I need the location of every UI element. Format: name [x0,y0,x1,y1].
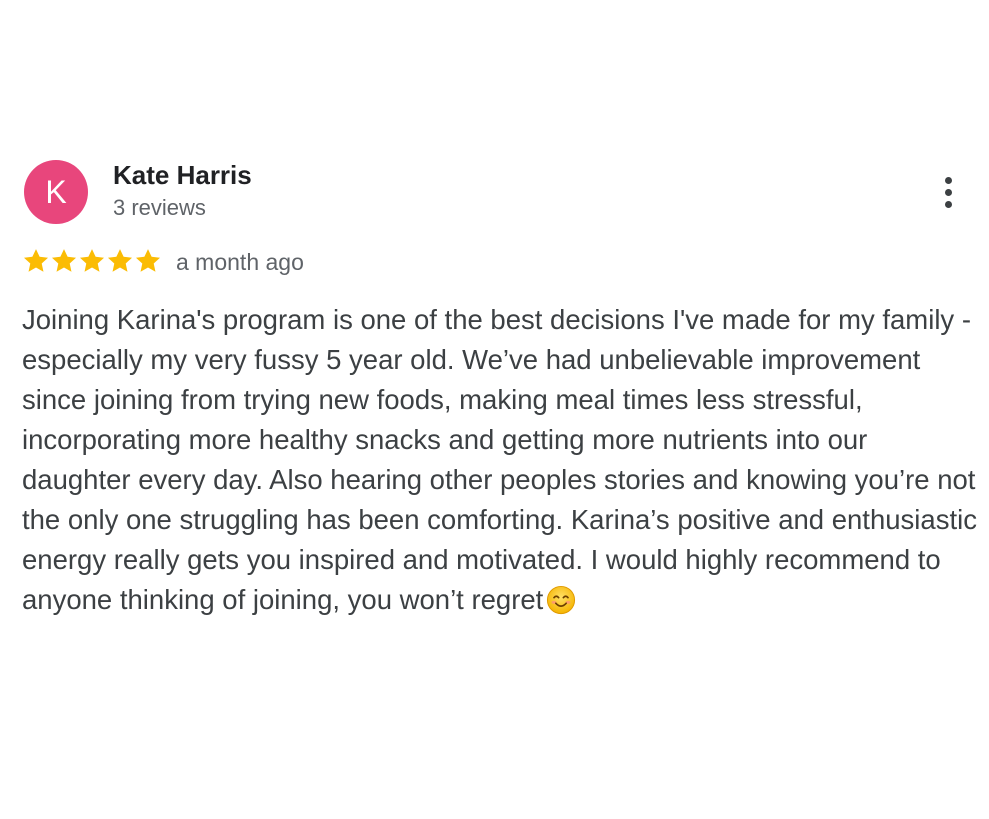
star-icon [135,249,161,272]
review-count[interactable]: 3 reviews [113,195,206,221]
star-icon [51,249,77,272]
review-body: Joining Karina's program is one of the b… [22,304,977,615]
review-card: K Kate Harris 3 reviews a month ago Join… [0,0,989,819]
more-vertical-icon [944,176,952,184]
more-options-button[interactable] [928,172,968,212]
reviewer-name[interactable]: Kate Harris [113,160,252,190]
star-icon [23,249,49,272]
avatar[interactable]: K [24,160,88,224]
smiling-face-icon [547,585,576,615]
more-vertical-icon-dot [944,188,952,196]
more-vertical-icon-dot [944,200,952,208]
avatar-letter: K [45,173,67,210]
star-icon [107,249,133,272]
star-icon [79,249,105,272]
review-text: Joining Karina's program is one of the b… [22,300,980,620]
review-date: a month ago [176,249,304,275]
star-rating [22,246,162,276]
